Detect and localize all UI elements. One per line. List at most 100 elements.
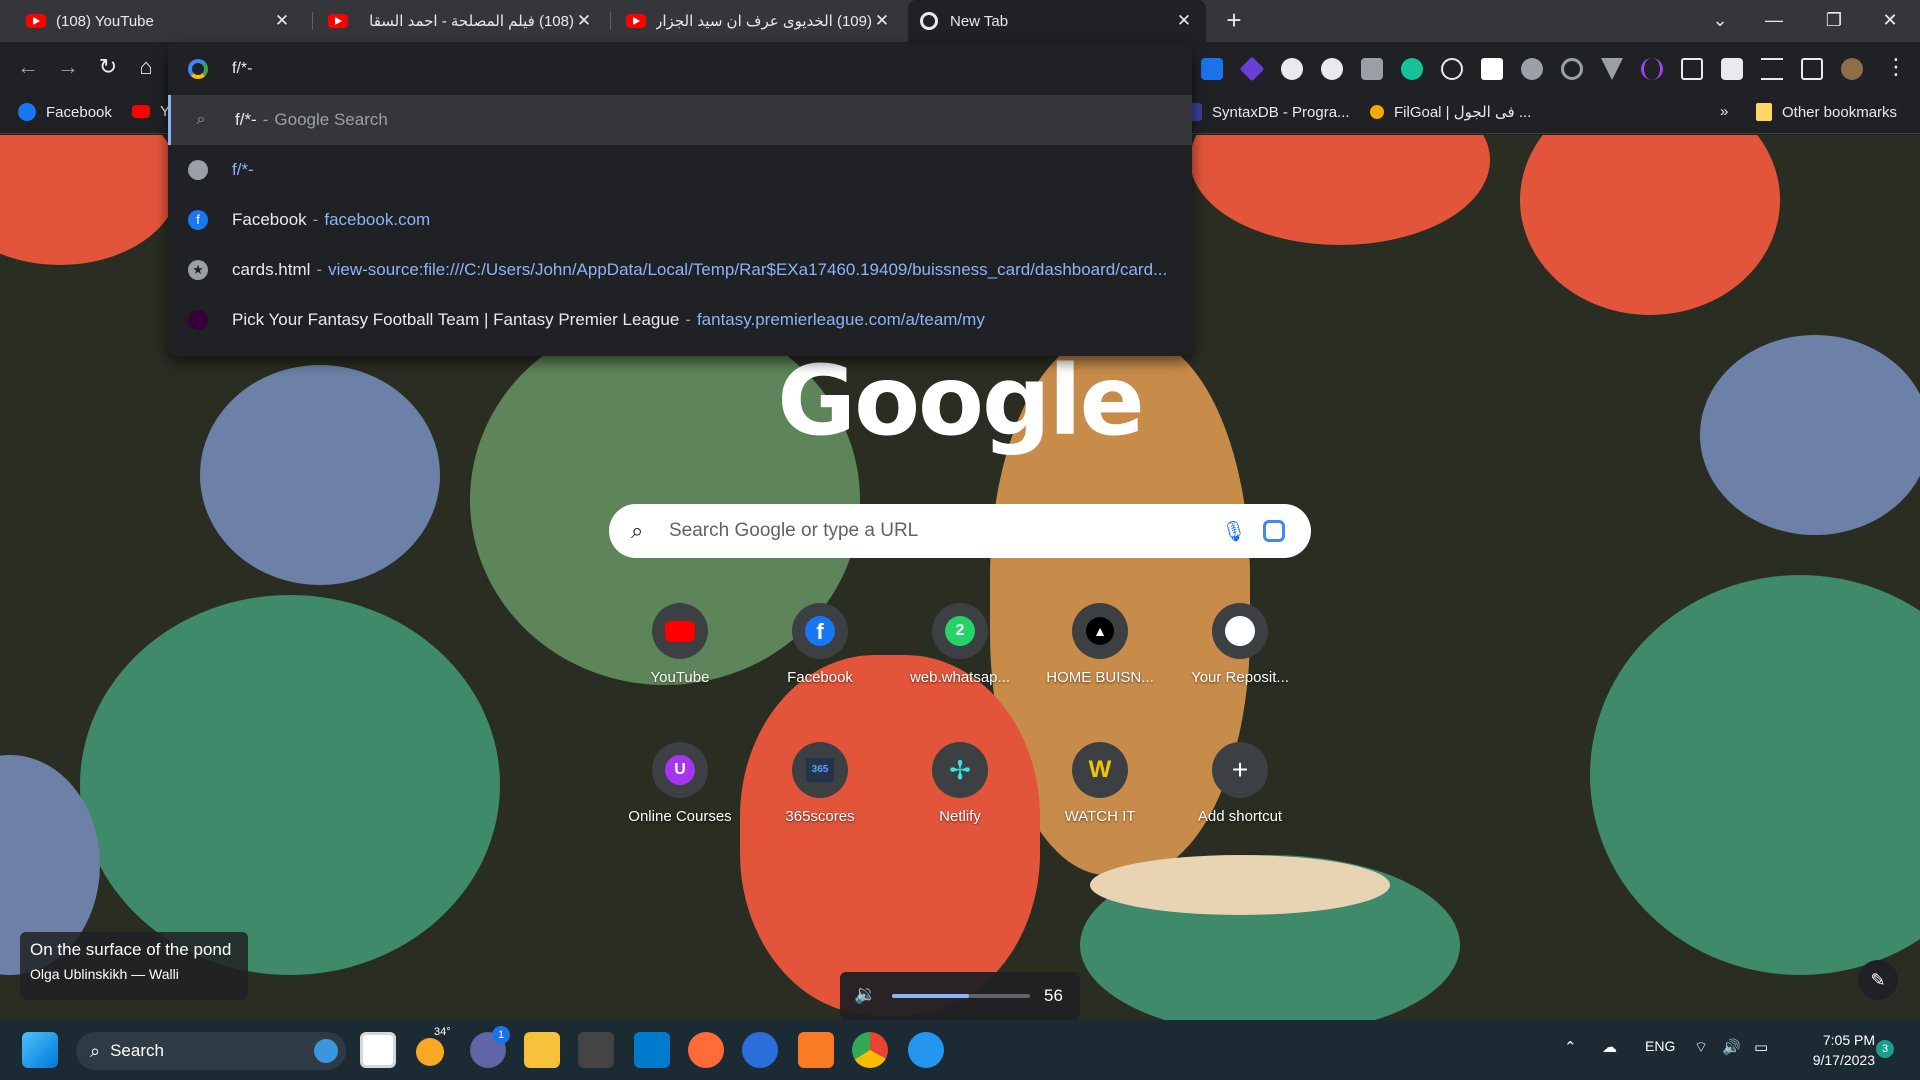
suggestion-facebook[interactable]: f Facebook - facebook.com — [168, 195, 1192, 245]
circle-extension-icon[interactable] — [1321, 58, 1343, 80]
windows-start-icon[interactable] — [22, 1032, 58, 1068]
volume-slider[interactable] — [892, 994, 1030, 998]
parentheses-extension-icon[interactable] — [1641, 58, 1663, 80]
window-close-button[interactable]: ✕ — [1862, 0, 1918, 42]
side-panel-icon[interactable] — [1801, 58, 1823, 80]
google-lens-icon[interactable] — [1263, 520, 1285, 542]
shortcut-youtube[interactable]: YouTube — [610, 603, 750, 686]
chrome-icon[interactable] — [852, 1032, 888, 1068]
365scores-icon: 365 — [792, 742, 848, 798]
cloud-extension-icon[interactable] — [1521, 58, 1543, 80]
suggestion-fantasy[interactable]: Pick Your Fantasy Football Team | Fantas… — [168, 295, 1192, 345]
gauge-extension-icon[interactable] — [1281, 58, 1303, 80]
file-explorer-icon[interactable] — [524, 1032, 560, 1068]
ntp-search-box[interactable]: ⌕ 🎙 — [609, 504, 1311, 558]
forward-button[interactable]: → — [52, 52, 84, 84]
volume-icon[interactable]: 🔊 — [1722, 1038, 1741, 1056]
bookmark-youtube[interactable]: Y — [132, 103, 170, 120]
tab-movie[interactable]: (108) فيلم المصلحة - احمد السقا ✕ — [316, 0, 606, 42]
customize-chrome-button[interactable]: ✎ — [1858, 960, 1898, 1000]
shortcut-365scores[interactable]: 365 365scores — [750, 742, 890, 825]
target-extension-icon[interactable] — [1561, 58, 1583, 80]
new-tab-button[interactable]: + — [1218, 5, 1250, 37]
weather-icon[interactable]: 34° — [416, 1026, 452, 1068]
bookmarks-overflow[interactable]: » — [1720, 103, 1728, 120]
shortcut-label: web.whatsap... — [909, 669, 1011, 686]
close-icon[interactable]: ✕ — [872, 11, 892, 31]
tab-new-tab[interactable]: New Tab ✕ — [908, 0, 1206, 42]
bookmark-syntaxdb[interactable]: SyntaxDB - Progra... — [1188, 103, 1350, 121]
shortcut-home-buisness[interactable]: ▲ HOME BUISN... — [1030, 603, 1170, 686]
udemy-icon: U — [652, 742, 708, 798]
shortcut-facebook[interactable]: f Facebook — [750, 603, 890, 686]
minimize-button[interactable]: — — [1746, 0, 1802, 42]
reload-button[interactable]: ↻ — [92, 52, 124, 84]
avatar[interactable] — [1841, 58, 1863, 80]
onedrive-icon[interactable]: ☁ — [1602, 1038, 1617, 1056]
youtube-icon — [626, 14, 646, 28]
battery-icon[interactable]: ▭ — [1754, 1038, 1768, 1056]
taskbar-search[interactable]: ⌕ Search — [76, 1032, 346, 1070]
shortcut-add[interactable]: + Add shortcut — [1170, 742, 1310, 825]
back-button[interactable]: ← — [12, 52, 44, 84]
bookmark-label: Facebook — [46, 103, 112, 121]
language-indicator[interactable]: ENG — [1645, 1038, 1675, 1054]
globe-icon — [188, 160, 208, 180]
xampp-icon[interactable] — [798, 1032, 834, 1068]
close-icon[interactable]: ✕ — [1174, 11, 1194, 31]
close-icon[interactable]: ✕ — [574, 11, 594, 31]
chevron-up-icon[interactable]: ⌃ — [1564, 1038, 1577, 1056]
teams-chat-icon[interactable]: 1 — [470, 1026, 510, 1068]
microphone-icon[interactable]: 🎙 — [1219, 519, 1249, 544]
firefox-icon[interactable] — [742, 1032, 778, 1068]
shortcut-label: Add shortcut — [1197, 808, 1283, 825]
taskbar-search-label: Search — [110, 1041, 164, 1060]
suggestion-text: f/*- — [235, 110, 257, 129]
diamond-extension-icon[interactable] — [1239, 56, 1265, 82]
other-bookmarks[interactable]: Other bookmarks — [1756, 103, 1897, 121]
picture-in-picture-icon[interactable] — [1681, 58, 1703, 80]
task-view-icon[interactable] — [360, 1032, 396, 1068]
address-bar-input[interactable] — [232, 60, 1192, 78]
grammarly-icon[interactable] — [1401, 58, 1423, 80]
restore-button[interactable]: ❐ — [1806, 0, 1862, 42]
tab-youtube[interactable]: (108) YouTube ✕ — [14, 0, 304, 42]
app-icon[interactable] — [578, 1032, 614, 1068]
close-icon[interactable]: ✕ — [272, 11, 292, 31]
postman-icon[interactable] — [688, 1032, 724, 1068]
suggestion-text: Facebook — [232, 210, 307, 229]
notification-badge[interactable]: 3 — [1876, 1040, 1894, 1058]
background-attribution[interactable]: On the surface of the pond Olga Ublinski… — [20, 932, 248, 1000]
bookmark-filgoal[interactable]: FilGoal | فى الجول ... — [1370, 103, 1531, 121]
camera-extension-icon[interactable] — [1361, 58, 1383, 80]
wifi-icon[interactable]: ⌔ — [1694, 1038, 1708, 1057]
clock[interactable]: 7:05 PM 9/17/2023 — [1785, 1030, 1875, 1070]
shortcut-online-courses[interactable]: U Online Courses — [610, 742, 750, 825]
tab-series[interactable]: (109) الخديوى عرف ان سيد الجزار ي ✕ — [614, 0, 904, 42]
suggestion-search[interactable]: ⌕ f/*- - Google Search — [168, 95, 1192, 145]
background-lily-pad — [1590, 575, 1920, 975]
suggestion-cards-html[interactable]: ★ cards.html - view-source:file:///C:/Us… — [168, 245, 1192, 295]
ntp-search-input[interactable] — [669, 520, 1219, 542]
letter-a-extension-icon[interactable] — [1481, 58, 1503, 80]
tab-search-icon[interactable]: ⌄ — [1692, 0, 1748, 42]
home-button[interactable]: ⌂ — [130, 52, 162, 84]
shortcut-whatsapp[interactable]: 2 web.whatsap... — [890, 603, 1030, 686]
docker-icon[interactable] — [908, 1032, 944, 1068]
tab-title: (108) YouTube — [56, 12, 154, 30]
suggestion-url[interactable]: f/*- — [168, 145, 1192, 195]
tab-title: (108) فيلم المصلحة - احمد السقا — [369, 13, 574, 30]
bookmark-facebook[interactable]: Facebook — [18, 103, 112, 121]
shortcut-netlify[interactable]: ✢ Netlify — [890, 742, 1030, 825]
menu-icon[interactable]: ⋮ — [1880, 52, 1912, 84]
speaker-icon[interactable]: 🔉 — [854, 984, 876, 1005]
puzzle-extensions-icon[interactable] — [1721, 58, 1743, 80]
shortcut-watch-it[interactable]: W WATCH IT — [1030, 742, 1170, 825]
pencil-icon: ✎ — [1870, 970, 1886, 990]
react-devtools-icon[interactable] — [1441, 58, 1463, 80]
media-control-icon[interactable] — [1761, 58, 1783, 80]
vscode-icon[interactable] — [634, 1032, 670, 1068]
vue-devtools-icon[interactable] — [1601, 58, 1623, 80]
shortcut-github[interactable]: Your Reposit... — [1170, 603, 1310, 686]
download-extension-icon[interactable] — [1201, 58, 1223, 80]
